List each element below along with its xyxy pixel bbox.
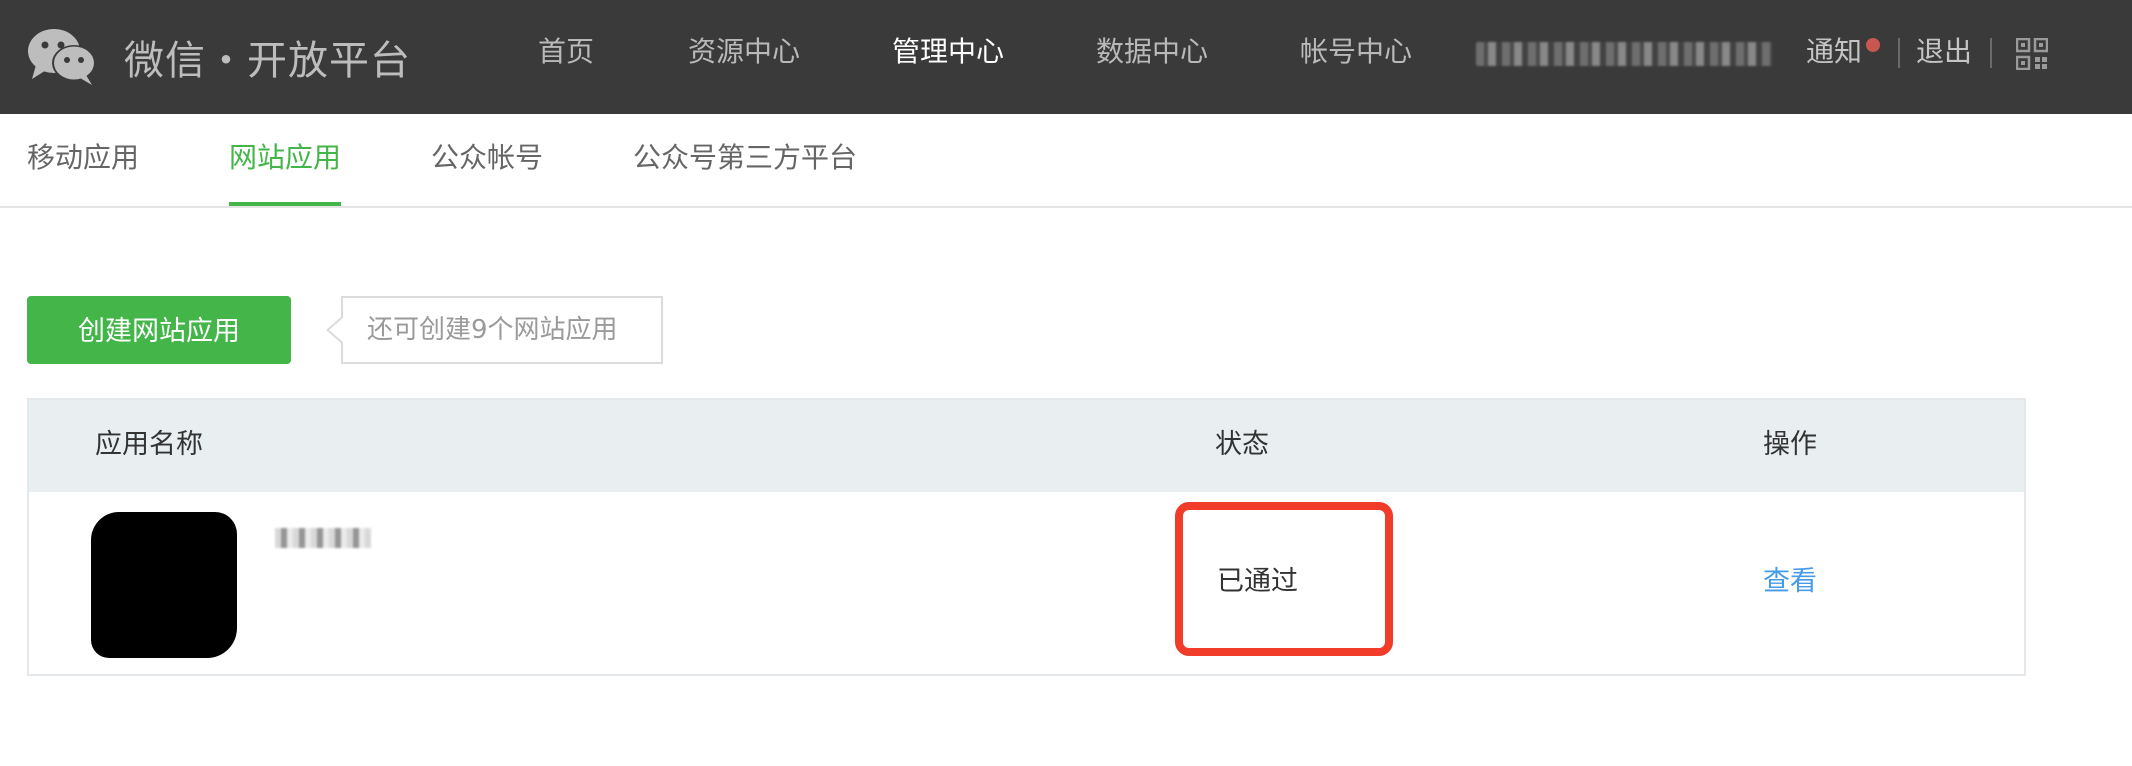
notification-dot-icon xyxy=(1866,38,1880,52)
header-operation: 操作 xyxy=(1763,429,1817,460)
status-highlight-annotation xyxy=(1175,502,1393,656)
top-navigation-bar: 微信・开放平台 首页 资源中心 管理中心 数据中心 帐号中心 通知 退出 xyxy=(0,0,2132,114)
tab-third-party-platform[interactable]: 公众号第三方平台 xyxy=(633,136,857,180)
qr-code-icon[interactable] xyxy=(2016,38,2048,70)
divider xyxy=(1898,38,1900,68)
account-email-redacted[interactable] xyxy=(1476,42,1772,66)
tab-mobile-apps[interactable]: 移动应用 xyxy=(27,136,139,180)
app-icon-redacted xyxy=(91,512,237,658)
logout-link[interactable]: 退出 xyxy=(1916,28,1972,76)
brand-title: 微信・开放平台 xyxy=(124,38,411,84)
apps-table: 应用名称 状态 操作 已通过 查看 xyxy=(27,398,2026,676)
remaining-quota-tip: 还可创建9个网站应用 xyxy=(341,296,663,364)
sub-tabs: 移动应用 网站应用 公众帐号 公众号第三方平台 xyxy=(0,114,2132,208)
table-header: 应用名称 状态 操作 xyxy=(29,400,2024,492)
header-app-name: 应用名称 xyxy=(95,429,203,460)
tab-official-accounts[interactable]: 公众帐号 xyxy=(431,136,543,180)
app-name-redacted xyxy=(275,528,371,548)
wechat-logo-icon xyxy=(28,29,96,85)
nav-resources[interactable]: 资源中心 xyxy=(688,28,800,76)
nav-account[interactable]: 帐号中心 xyxy=(1300,28,1412,76)
nav-management[interactable]: 管理中心 xyxy=(892,28,1004,76)
nav-home[interactable]: 首页 xyxy=(538,28,594,76)
notify-link[interactable]: 通知 xyxy=(1806,28,1862,76)
nav-data[interactable]: 数据中心 xyxy=(1096,28,1208,76)
active-tab-indicator xyxy=(229,202,341,206)
view-app-link[interactable]: 查看 xyxy=(1763,564,1817,600)
header-status: 状态 xyxy=(1215,429,1269,460)
divider xyxy=(1990,38,1992,68)
tip-arrow-inner xyxy=(329,318,343,342)
tab-website-apps[interactable]: 网站应用 xyxy=(229,136,341,180)
create-website-app-button[interactable]: 创建网站应用 xyxy=(27,296,291,364)
brand[interactable]: 微信・开放平台 xyxy=(26,14,411,100)
